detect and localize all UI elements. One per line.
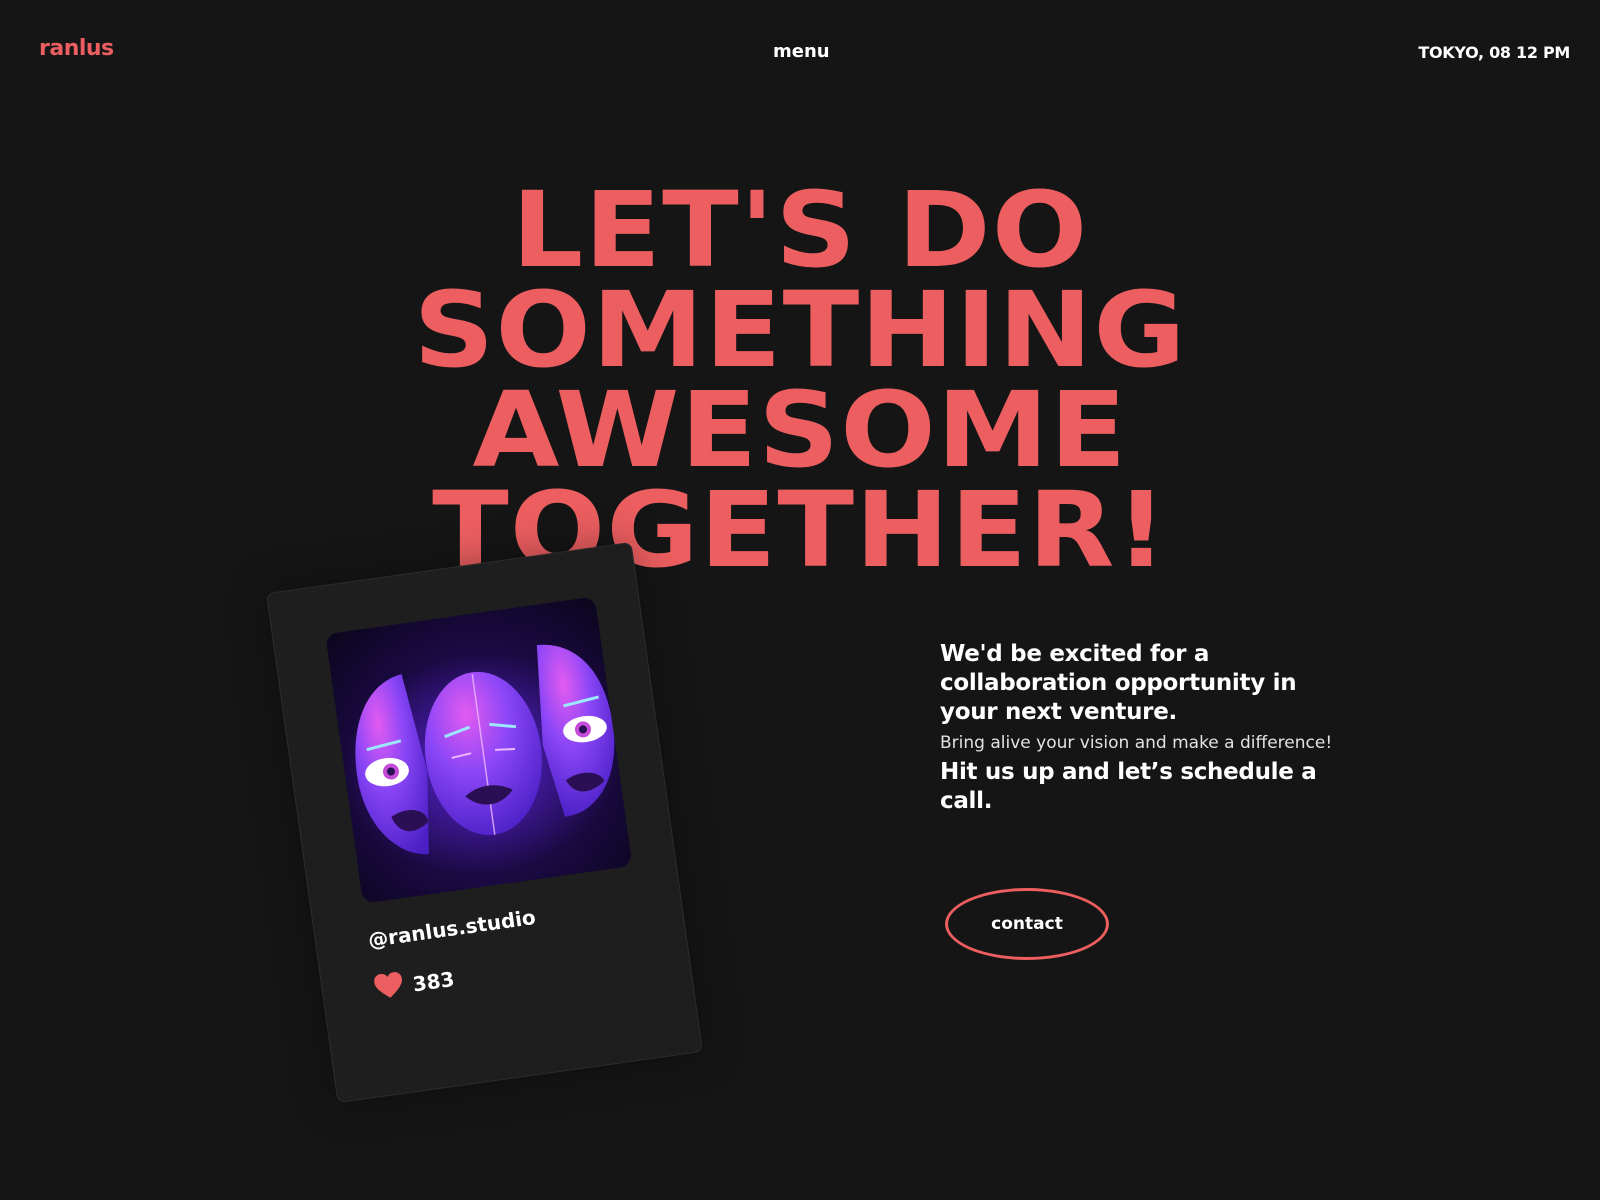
three-faces-artwork <box>325 596 633 904</box>
pitch-sub: Bring alive your vision and make a diffe… <box>940 733 1333 753</box>
location-clock: TOKYO, 08 12 PM <box>1418 43 1570 62</box>
headline-line-4: TOGETHER! <box>432 469 1168 591</box>
contact-button[interactable]: contact <box>945 888 1109 960</box>
menu-button[interactable]: menu <box>773 41 830 62</box>
heart-icon[interactable] <box>373 971 405 1005</box>
headline-line-2: SOMETHING <box>413 269 1187 391</box>
headline-line-3: AWESOME <box>472 369 1128 491</box>
faces-illustration-icon <box>341 644 621 875</box>
headline-line-1: LET'S DO <box>511 169 1089 291</box>
card-handle[interactable]: @ranlus.studio <box>367 905 538 952</box>
card-likes: 383 <box>373 964 456 1005</box>
social-post-card[interactable]: @ranlus.studio 383 <box>265 541 704 1104</box>
hero-headline: LET'S DO SOMETHING AWESOME TOGETHER! <box>0 169 1600 591</box>
logo[interactable]: ranlus <box>39 36 114 61</box>
page: ranlus menu TOKYO, 08 12 PM LET'S DO SOM… <box>0 0 1600 1200</box>
pitch-lead: We'd be excited for a collaboration oppo… <box>940 641 1297 725</box>
pitch-cta: Hit us up and let’s schedule a call. <box>940 759 1317 814</box>
likes-count: 383 <box>411 966 456 997</box>
pitch-block: We'd be excited for a collaboration oppo… <box>940 640 1340 816</box>
